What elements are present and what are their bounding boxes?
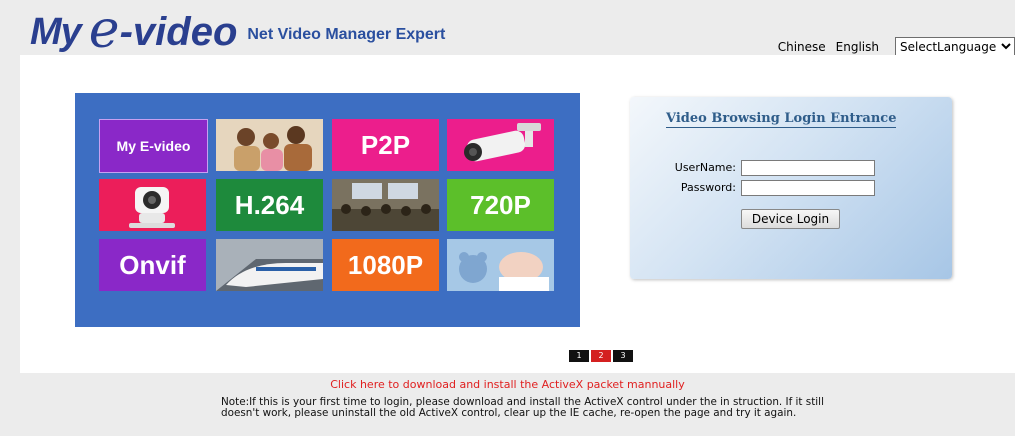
language-link-chinese[interactable]: Chinese: [778, 40, 826, 54]
tile-p2p-label: P2P: [360, 129, 411, 160]
language-bar: Chinese English SelectLanguage: [778, 37, 1015, 56]
tile-my-evideo: My E-video: [99, 119, 208, 173]
logo-tagline: Net Video Manager Expert: [247, 26, 446, 43]
password-label: Password:: [680, 181, 736, 194]
logo-e-text: e: [88, 0, 120, 60]
language-link-english[interactable]: English: [836, 40, 879, 54]
tile-720p: 720P: [447, 179, 554, 231]
header: My e -video Net Video Manager Expert Chi…: [0, 0, 1015, 60]
dome-camera-icon: [99, 179, 206, 231]
login-panel: Video Browsing Login Entrance UserName: …: [630, 97, 952, 279]
activex-download-link[interactable]: Click here to download and install the A…: [0, 378, 1015, 391]
password-input[interactable]: [741, 180, 875, 196]
logo-video-text: -video: [119, 10, 238, 54]
language-select[interactable]: SelectLanguage: [895, 37, 1015, 56]
tile-h264-label: H.264: [234, 189, 305, 220]
activex-note: Note:If this is your first time to login…: [221, 396, 824, 419]
device-login-button[interactable]: Device Login: [741, 209, 840, 229]
train-photo-icon: [216, 239, 323, 291]
main-panel: My E-video P2P H.264 720P Onvif 1080P 1 …: [20, 55, 1015, 373]
baby-photo-icon: [447, 239, 554, 291]
tile-onvif: Onvif: [99, 239, 206, 291]
tile-onvif-label: Onvif: [119, 249, 186, 280]
mosaic-bottom-strip: [75, 321, 580, 327]
logo-my-text: My: [30, 11, 82, 53]
tile-720p-label: 720P: [470, 189, 531, 220]
login-title: Video Browsing Login Entrance: [666, 111, 897, 128]
pager-button-3[interactable]: 3: [613, 350, 633, 362]
username-label: UserName:: [674, 161, 736, 174]
mosaic-pager: 1 2 3: [567, 350, 633, 362]
feature-mosaic: My E-video P2P H.264 720P Onvif 1080P 1 …: [75, 93, 633, 362]
pager-button-1[interactable]: 1: [569, 350, 589, 362]
username-input[interactable]: [741, 160, 875, 176]
conference-photo-icon: [332, 179, 439, 231]
tile-h264: H.264: [216, 179, 323, 231]
tile-p2p: P2P: [332, 119, 439, 171]
family-photo-icon: [216, 119, 323, 171]
pager-button-2[interactable]: 2: [591, 350, 611, 362]
my-evideo-logo: My e -video Net Video Manager Expert: [30, 0, 446, 60]
tile-1080p: 1080P: [332, 239, 439, 291]
bullet-camera-icon: [447, 119, 554, 171]
tile-my-evideo-label: My E-video: [116, 138, 191, 154]
tile-1080p-label: 1080P: [347, 249, 424, 280]
